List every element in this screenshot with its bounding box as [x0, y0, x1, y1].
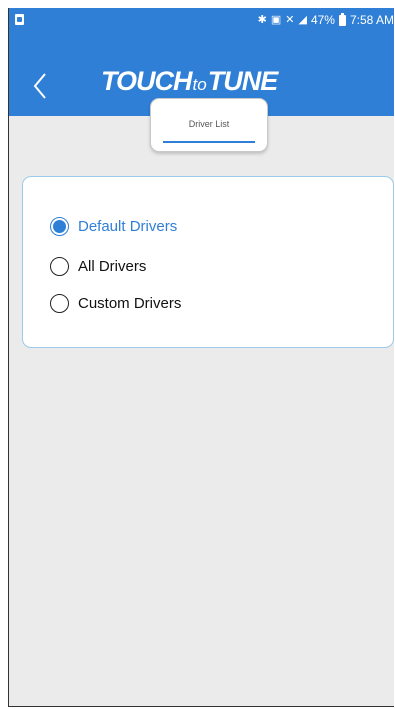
radio-option-all-drivers[interactable]: All Drivers	[50, 253, 146, 279]
radio-button-selected-icon[interactable]	[50, 216, 69, 236]
radio-option-custom-drivers[interactable]: Custom Drivers	[50, 290, 181, 316]
bluetooth-icon: ✱	[257, 14, 267, 26]
notification-icon	[15, 14, 24, 25]
radio-label: Custom Drivers	[78, 294, 182, 312]
nfc-icon: ▣	[270, 14, 282, 26]
tab-label: Driver List	[188, 119, 230, 129]
driver-options-card: Default Drivers All Drivers Custom Drive…	[22, 176, 394, 348]
radio-option-default-drivers[interactable]: Default Drivers	[50, 213, 177, 239]
chevron-left-icon	[33, 73, 46, 99]
tab-active-indicator	[163, 141, 255, 143]
status-time: 7:58 AM	[349, 13, 394, 27]
status-icons: ✱ ▣ ✕ ◢ 47% 7:58 AM	[257, 12, 394, 27]
back-button[interactable]	[25, 66, 55, 106]
mute-icon: ✕	[285, 14, 295, 26]
battery-percent: 47%	[310, 13, 335, 27]
signal-icon: ◢	[298, 14, 307, 26]
radio-button-icon[interactable]	[50, 256, 69, 276]
battery-icon	[338, 12, 346, 26]
radio-label: Default Drivers	[78, 217, 178, 235]
app-screen: ✱ ▣ ✕ ◢ 47% 7:58 AM TOUCH to TUNE Driver…	[8, 8, 394, 707]
tab-driver-list[interactable]: Driver List	[150, 98, 268, 152]
radio-button-icon[interactable]	[50, 293, 69, 313]
radio-label: All Drivers	[78, 257, 147, 275]
status-bar: ✱ ▣ ✕ ◢ 47% 7:58 AM	[9, 8, 394, 32]
